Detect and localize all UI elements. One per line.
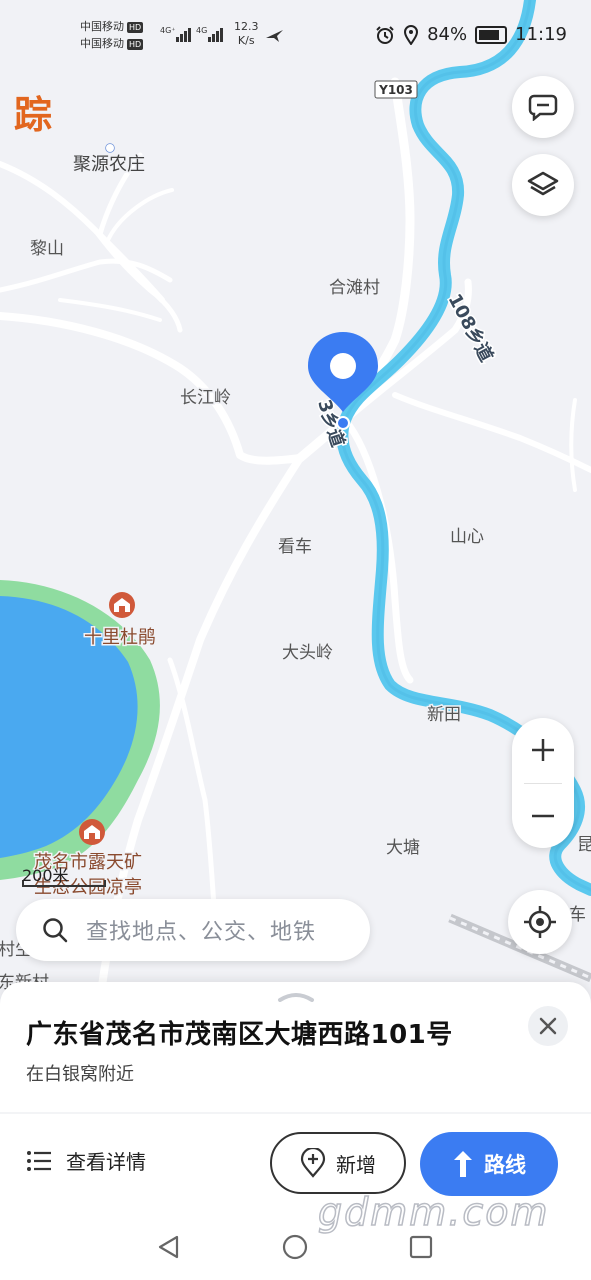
close-icon [539, 1017, 557, 1035]
road-shield-y103-label: Y103 [378, 83, 413, 97]
zoom-control [512, 718, 574, 848]
recents-icon[interactable] [408, 1234, 434, 1260]
place-address: 广东省茂名市茂南区大塘西路101号 [26, 1020, 453, 1050]
add-place-label: 新增 [336, 1152, 376, 1177]
alarm-icon [376, 25, 394, 44]
layers-button[interactable] [512, 154, 574, 216]
back-icon[interactable] [156, 1234, 182, 1260]
carrier-2: 中国移动 [80, 37, 124, 50]
label-kanche[interactable]: 看车 [277, 536, 314, 559]
net-speed-unit: K/s [237, 34, 255, 47]
label-shanxin[interactable]: 山心 [449, 526, 486, 549]
search-box[interactable]: 查找地点、公交、地铁 [16, 899, 370, 961]
hd-badge-1: HD [127, 22, 144, 33]
signal-icons: 4G⁺ 4G [160, 24, 226, 47]
location-status-icon [404, 24, 419, 45]
route-arrow-icon [454, 1151, 472, 1177]
zoom-in-button[interactable] [512, 718, 574, 782]
village-dot [105, 143, 115, 153]
net-speed: 12.3 K/s [234, 20, 259, 48]
search-placeholder[interactable]: 查找地点、公交、地铁 [86, 914, 316, 946]
carrier-info: 中国移动 HD 中国移动 HD [80, 18, 144, 52]
add-place-button[interactable]: 新增 [270, 1132, 406, 1194]
hd-badge-2: HD [127, 39, 144, 50]
label-lishan[interactable]: 黎山 [29, 238, 66, 261]
svg-text:4G: 4G [196, 26, 207, 35]
label-changjiang[interactable]: 长江岭 [179, 387, 233, 410]
svg-text:4G⁺: 4G⁺ [160, 26, 176, 35]
label-datang[interactable]: 大塘 [385, 837, 422, 860]
add-location-icon [300, 1148, 326, 1178]
home-icon[interactable] [282, 1234, 308, 1260]
layers-icon [527, 171, 559, 196]
view-details-button[interactable]: 查看详情 [26, 1146, 146, 1175]
list-icon [27, 1150, 51, 1171]
status-right: 84% 11:19 [375, 24, 567, 45]
feedback-button[interactable] [512, 76, 574, 138]
map-scale: 200米 [22, 866, 69, 885]
place-nearby: 在白银窝附近 [26, 1064, 134, 1085]
clock: 11:19 [515, 24, 567, 45]
route-label: 路线 [484, 1153, 526, 1177]
crosshair-icon [524, 906, 556, 938]
bird-icon [266, 30, 283, 42]
search-icon [43, 918, 68, 943]
battery-text: 84% [427, 24, 468, 45]
status-bar: 中国移动 HD 中国移动 HD 4G⁺ 4G 12.3 K/s 84% 11:19 [0, 0, 591, 70]
battery-icon [475, 25, 508, 44]
label-xintian[interactable]: 新田 [426, 704, 463, 727]
label-juyuan[interactable]: 聚源农庄 [72, 153, 147, 177]
label-edge-kun: 昆 [577, 835, 591, 855]
watermark: gdmm.com [317, 1189, 550, 1235]
carrier-1: 中国移动 [80, 20, 124, 33]
poi-shili-label: 十里杜鹃 [84, 627, 156, 648]
route-button[interactable]: 路线 [420, 1132, 558, 1196]
sheet-divider [0, 1112, 591, 1114]
sheet-handle-icon[interactable] [277, 990, 315, 1002]
zoom-out-button[interactable] [512, 784, 574, 848]
net-speed-value: 12.3 [234, 20, 259, 33]
logo-fragment: 踪 [14, 93, 53, 137]
my-location-button[interactable] [508, 890, 572, 954]
plus-icon [532, 739, 554, 761]
message-icon [528, 94, 558, 121]
label-hetan[interactable]: 合滩村 [328, 277, 382, 300]
view-details-label: 查看详情 [66, 1150, 146, 1174]
minus-icon [532, 814, 554, 818]
close-button[interactable] [528, 1006, 568, 1046]
label-datouling[interactable]: 大头岭 [281, 642, 335, 665]
